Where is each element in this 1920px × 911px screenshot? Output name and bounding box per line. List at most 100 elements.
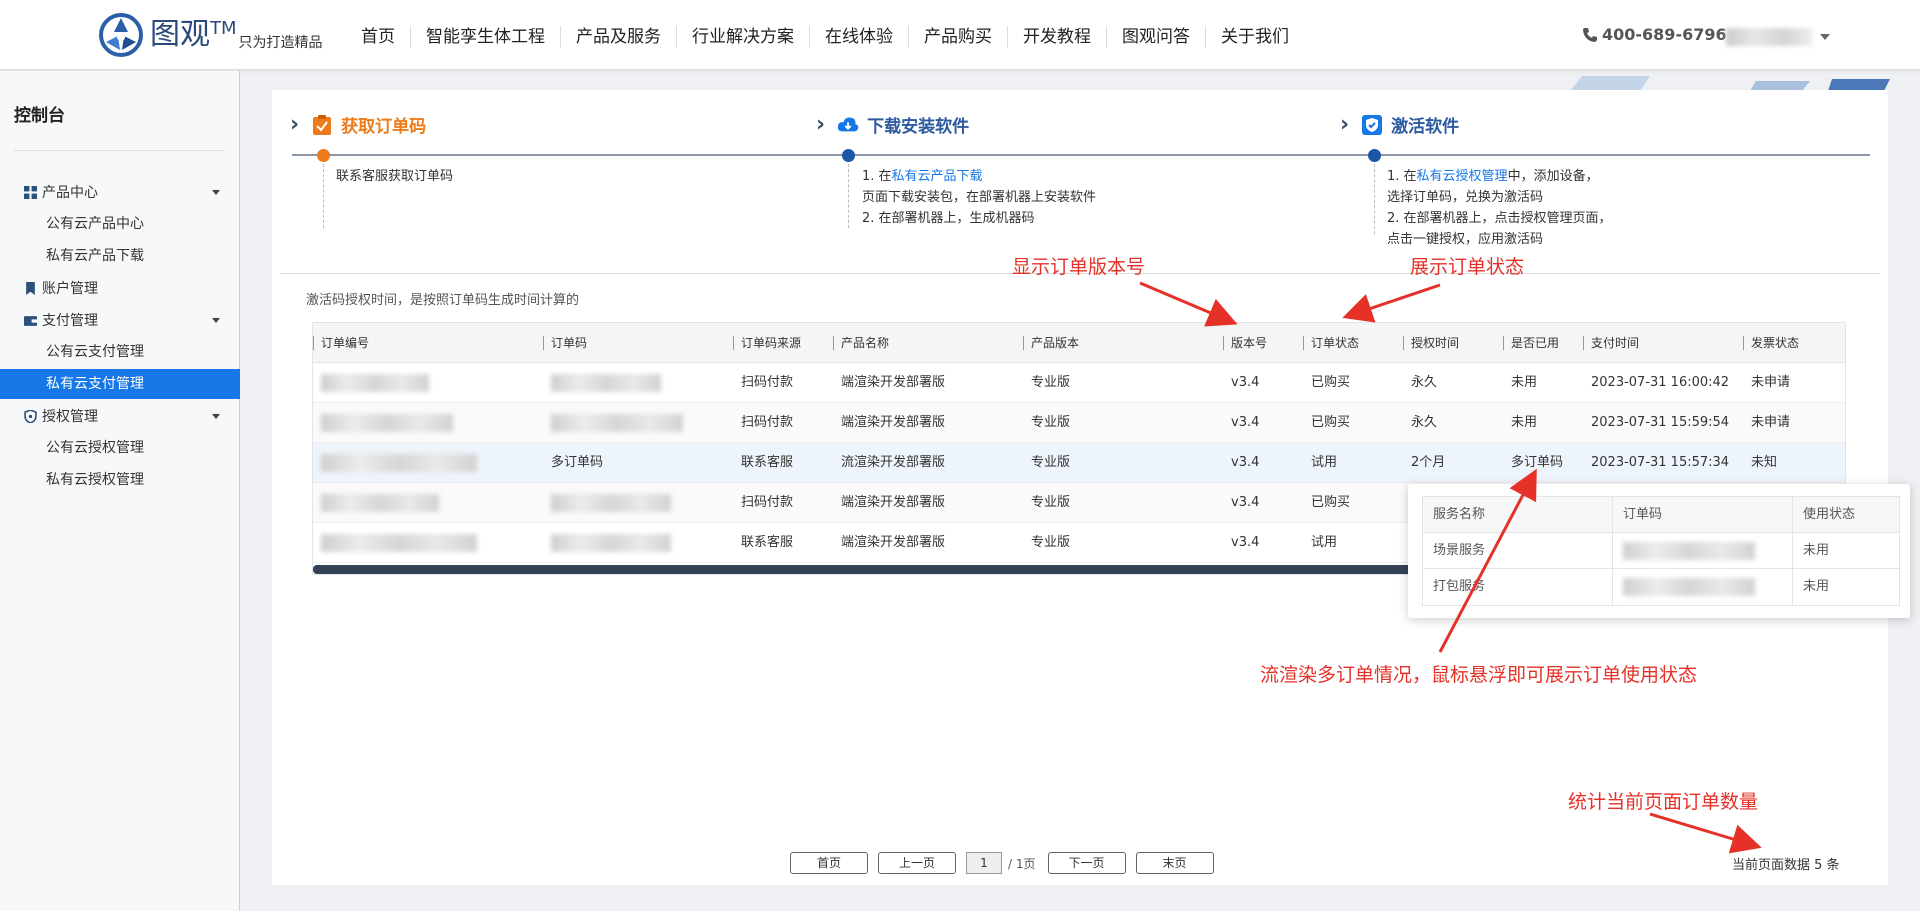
- wallet-icon: [24, 315, 37, 326]
- sidebar-item-private-license[interactable]: 私有云授权管理: [0, 465, 240, 495]
- multi-order-used-link[interactable]: 多订单码: [1503, 443, 1583, 482]
- col-code-source: 订单码来源: [733, 323, 833, 362]
- cell-edition: 专业版: [1031, 415, 1071, 430]
- sidebar: 控制台 产品中心 公有云产品中心 私有云产品下载 账户管理 支付管理 公有云支付…: [0, 71, 240, 911]
- step-1-description: 联系客服获取订单码: [336, 169, 454, 184]
- sidebar-item-public-license[interactable]: 公有云授权管理: [0, 433, 240, 463]
- cloud-download-icon: [837, 117, 859, 131]
- cell-status: 已购买: [1311, 495, 1351, 510]
- cell-order-number: [313, 483, 543, 522]
- popover-table: 服务名称 订单码 使用状态 场景服务 未用 打包服务 未用: [1422, 496, 1900, 606]
- order-usage-popover: 服务名称 订单码 使用状态 场景服务 未用 打包服务 未用: [1408, 484, 1910, 618]
- sidebar-group-license[interactable]: 授权管理: [0, 401, 240, 431]
- cell-order-number: [313, 523, 543, 562]
- brand-slogan: 只为打造精品: [238, 35, 323, 51]
- license-time-note: 激活码授权时间，是按照订单码生成时间计算的: [306, 293, 580, 308]
- last-page-button[interactable]: 末页: [1135, 852, 1214, 874]
- brand-name: 图观TM: [150, 17, 237, 52]
- cell-used: 未用: [1511, 415, 1538, 430]
- cell-order-code: [543, 523, 733, 562]
- first-page-button[interactable]: 首页: [790, 852, 868, 874]
- background-decoration: [1570, 76, 1890, 91]
- cell-order-number: [313, 443, 543, 482]
- sidebar-item-public-cloud-products[interactable]: 公有云产品中心: [0, 209, 240, 239]
- prev-page-button[interactable]: 上一页: [878, 852, 956, 874]
- nav-solutions[interactable]: 行业解决方案: [677, 26, 810, 48]
- cell-product: 端渲染开发部署版: [841, 375, 946, 390]
- chevron-down-icon: [212, 190, 220, 195]
- cell-order-code: [543, 483, 733, 522]
- phone-icon: [1583, 27, 1597, 42]
- step-dot: [317, 149, 330, 162]
- col-invoice-status: 发票状态: [1743, 323, 1845, 362]
- cell-edition: 专业版: [1031, 375, 1071, 390]
- chevron-right-icon: ›: [1340, 112, 1350, 137]
- multi-order-code-link[interactable]: 多订单码: [543, 443, 733, 482]
- private-license-link[interactable]: 私有云授权管理: [1417, 169, 1508, 184]
- cell-version: v3.4: [1231, 495, 1260, 510]
- bookmark-icon: [26, 281, 35, 295]
- logo-icon: [99, 13, 143, 57]
- sidebar-title: 控制台: [14, 106, 65, 126]
- cell-source: 扫码付款: [741, 495, 794, 510]
- cell-duration: 永久: [1411, 415, 1438, 430]
- sidebar-item-private-cloud-download[interactable]: 私有云产品下载: [0, 241, 240, 271]
- cell-version: v3.4: [1231, 415, 1260, 430]
- next-page-button[interactable]: 下一页: [1047, 852, 1126, 874]
- table-header: 订单编号 订单码 订单码来源 产品名称 产品版本 版本号 订单状态 授权时间 是…: [313, 323, 1845, 363]
- table-row[interactable]: 多订单码 联系客服 流渲染开发部署版 专业版 v3.4 试用 2个月 多订单码 …: [313, 443, 1845, 483]
- table-row[interactable]: 扫码付款 端渲染开发部署版 专业版 v3.4 已购买 永久 未用 2023-07…: [313, 363, 1845, 403]
- col-license-time: 授权时间: [1403, 323, 1503, 362]
- step-activate: › 激活软件: [1340, 112, 1459, 137]
- annotation-count: 统计当前页面订单数量: [1568, 791, 1759, 813]
- cell-paid-time: 2023-07-31 15:59:54: [1591, 415, 1730, 430]
- step-title: 下载安装软件: [867, 117, 970, 137]
- col-used: 是否已用: [1503, 323, 1583, 362]
- cell-status: 试用: [1311, 535, 1338, 550]
- table-row[interactable]: 扫码付款 端渲染开发部署版 专业版 v3.4 已购买 永久 未用 2023-07…: [313, 403, 1845, 443]
- nav-purchase[interactable]: 产品购买: [909, 26, 1008, 48]
- nav-home[interactable]: 首页: [346, 26, 411, 48]
- clipboard-check-icon: [313, 114, 332, 135]
- step-title: 激活软件: [1391, 117, 1460, 137]
- step-title: 获取订单码: [341, 117, 427, 137]
- step-track-line: [292, 154, 1870, 156]
- cell-source: 联系客服: [741, 455, 794, 470]
- pagination: 首页 上一页 1 / 1页 下一页 末页: [790, 852, 1224, 874]
- step-2-description: 1. 在私有云产品下载 页面下载安装包，在部署机器上安装软件 2. 在部署机器上…: [862, 169, 1097, 226]
- nav-twin-engineering[interactable]: 智能孪生体工程: [411, 26, 561, 48]
- cell-order-number: [313, 363, 543, 402]
- cell-product: 端渲染开发部署版: [841, 495, 946, 510]
- col-version: 版本号: [1223, 323, 1303, 362]
- cell-status: 已购买: [1311, 375, 1351, 390]
- sidebar-item-private-payment[interactable]: 私有云支付管理: [0, 369, 240, 399]
- user-menu-caret-icon[interactable]: [1820, 34, 1830, 40]
- cell-paid-time: 2023-07-31 15:57:34: [1591, 455, 1730, 470]
- sidebar-item-public-payment[interactable]: 公有云支付管理: [0, 337, 240, 367]
- sidebar-group-product-center[interactable]: 产品中心: [0, 177, 240, 207]
- cell-order-code: [543, 363, 733, 402]
- private-cloud-download-link[interactable]: 私有云产品下载: [892, 169, 983, 184]
- col-order-code: 订单码: [543, 323, 733, 362]
- brand-logo[interactable]: 图观TM 只为打造精品: [98, 12, 323, 58]
- main-nav: 首页 智能孪生体工程 产品及服务 行业解决方案 在线体验 产品购买 开发教程 图…: [346, 26, 1304, 48]
- cell-duration: 永久: [1411, 375, 1438, 390]
- step-get-order-code: › 获取订单码: [290, 112, 426, 137]
- step-dot: [842, 149, 855, 162]
- nav-about[interactable]: 关于我们: [1206, 26, 1304, 48]
- step-download-install: › 下载安装软件: [816, 112, 969, 137]
- sidebar-group-payment[interactable]: 支付管理: [0, 305, 240, 335]
- nav-tutorials[interactable]: 开发教程: [1008, 26, 1107, 48]
- cell-invoice: 未申请: [1751, 375, 1791, 390]
- user-avatar-name[interactable]: [1726, 28, 1812, 46]
- nav-online-demo[interactable]: 在线体验: [810, 26, 909, 48]
- nav-qa[interactable]: 图观问答: [1107, 26, 1206, 48]
- sidebar-group-account[interactable]: 账户管理: [0, 273, 240, 303]
- nav-products-services[interactable]: 产品及服务: [561, 26, 677, 48]
- cell-product: 流渲染开发部署版: [841, 455, 946, 470]
- cell-source: 联系客服: [741, 535, 794, 550]
- col-product-edition: 产品版本: [1023, 323, 1223, 362]
- table-horizontal-scrollbar[interactable]: [313, 565, 1413, 574]
- page-number-input[interactable]: 1: [966, 852, 1002, 874]
- phone-number: 400-689-6796: [1582, 25, 1727, 44]
